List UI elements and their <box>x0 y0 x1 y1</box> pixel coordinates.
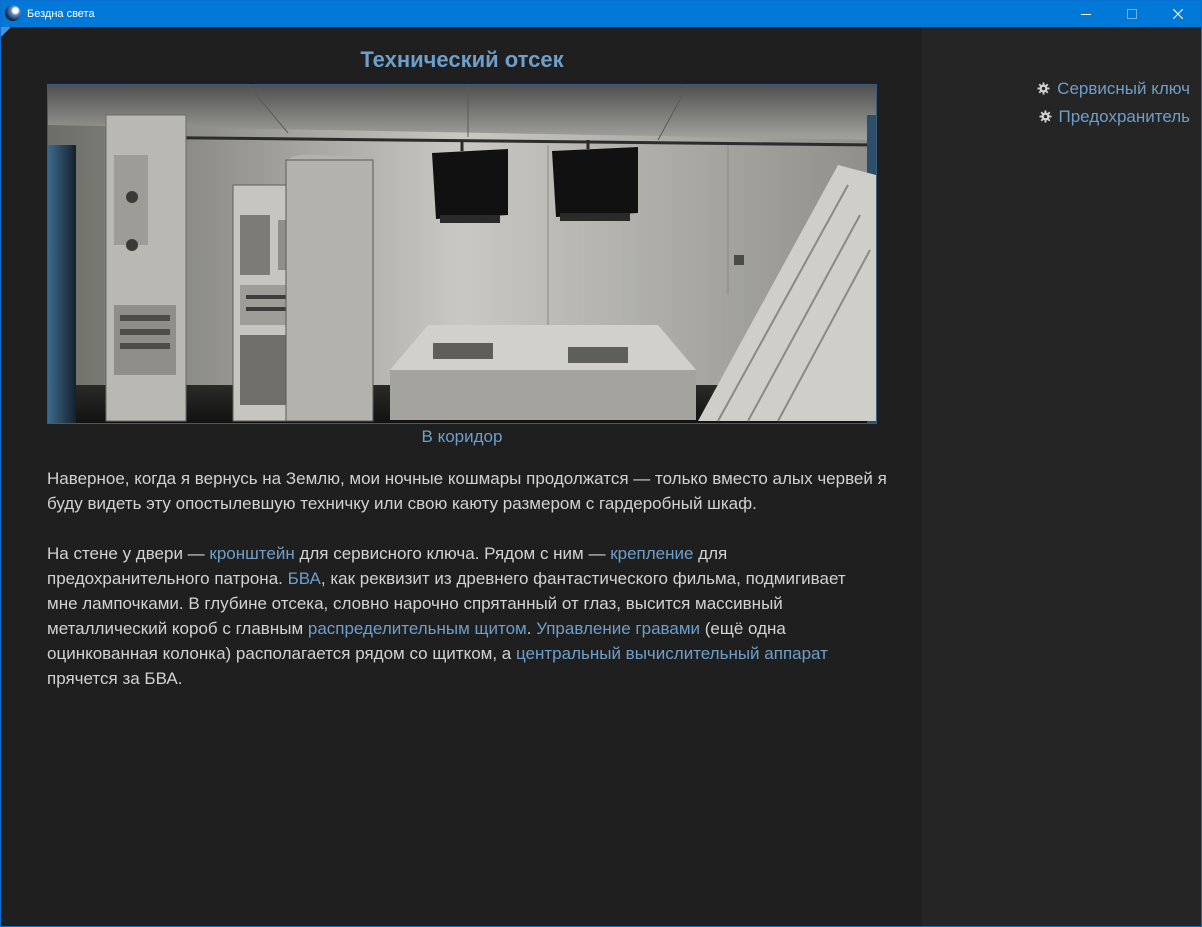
window-title: Бездна света <box>27 8 95 20</box>
inventory-item-service-key[interactable]: Сервисный ключ <box>1037 79 1190 99</box>
paragraph-text: . <box>526 619 537 638</box>
close-icon <box>1173 9 1183 19</box>
inventory-item-label: Сервисный ключ <box>1057 79 1190 98</box>
location-title: Технический отсек <box>360 47 564 72</box>
close-button[interactable] <box>1155 1 1201 27</box>
paragraph-text: На стене у двери — <box>47 544 210 563</box>
paragraph-text: прячется за БВА. <box>47 669 183 688</box>
title-bar[interactable]: Бездна света <box>1 1 1201 27</box>
corner-marker <box>1 27 11 37</box>
paragraph-text: для сервисного ключа. Рядом с ним — <box>294 544 611 563</box>
maximize-icon <box>1127 9 1137 19</box>
minimize-icon <box>1081 14 1091 15</box>
link-gravity-control[interactable]: Управление гравами <box>536 619 700 638</box>
link-bracket[interactable]: кронштейн <box>209 544 294 563</box>
link-bva[interactable]: БВА <box>288 569 321 588</box>
exit-link-corridor[interactable]: В коридор <box>47 427 877 447</box>
link-central-computer[interactable]: центральный вычислительный аппарат <box>516 644 828 663</box>
inventory-item-label: Предохранитель <box>1058 107 1191 126</box>
gear-icon <box>1037 82 1050 95</box>
inventory-sidebar: Сервисный ключ Предохранитель <box>922 27 1201 926</box>
app-icon <box>5 5 21 21</box>
link-mount[interactable]: крепление <box>610 544 693 563</box>
gear-icon <box>1038 110 1052 123</box>
paragraph-1: Наверное, когда я вернусь на Землю, мои … <box>47 469 887 513</box>
link-distribution-panel[interactable]: распределительным щитом <box>308 619 527 638</box>
paragraph-2: На стене у двери — кронштейн для сервисн… <box>47 541 877 691</box>
minimize-button[interactable] <box>1063 1 1109 27</box>
maximize-button[interactable] <box>1109 1 1155 27</box>
inventory-item-fuse[interactable]: Предохранитель <box>1038 107 1191 127</box>
location-illustration <box>47 84 877 424</box>
game-window: Бездна света Сервисный ключ Предохраните… <box>0 0 1202 927</box>
